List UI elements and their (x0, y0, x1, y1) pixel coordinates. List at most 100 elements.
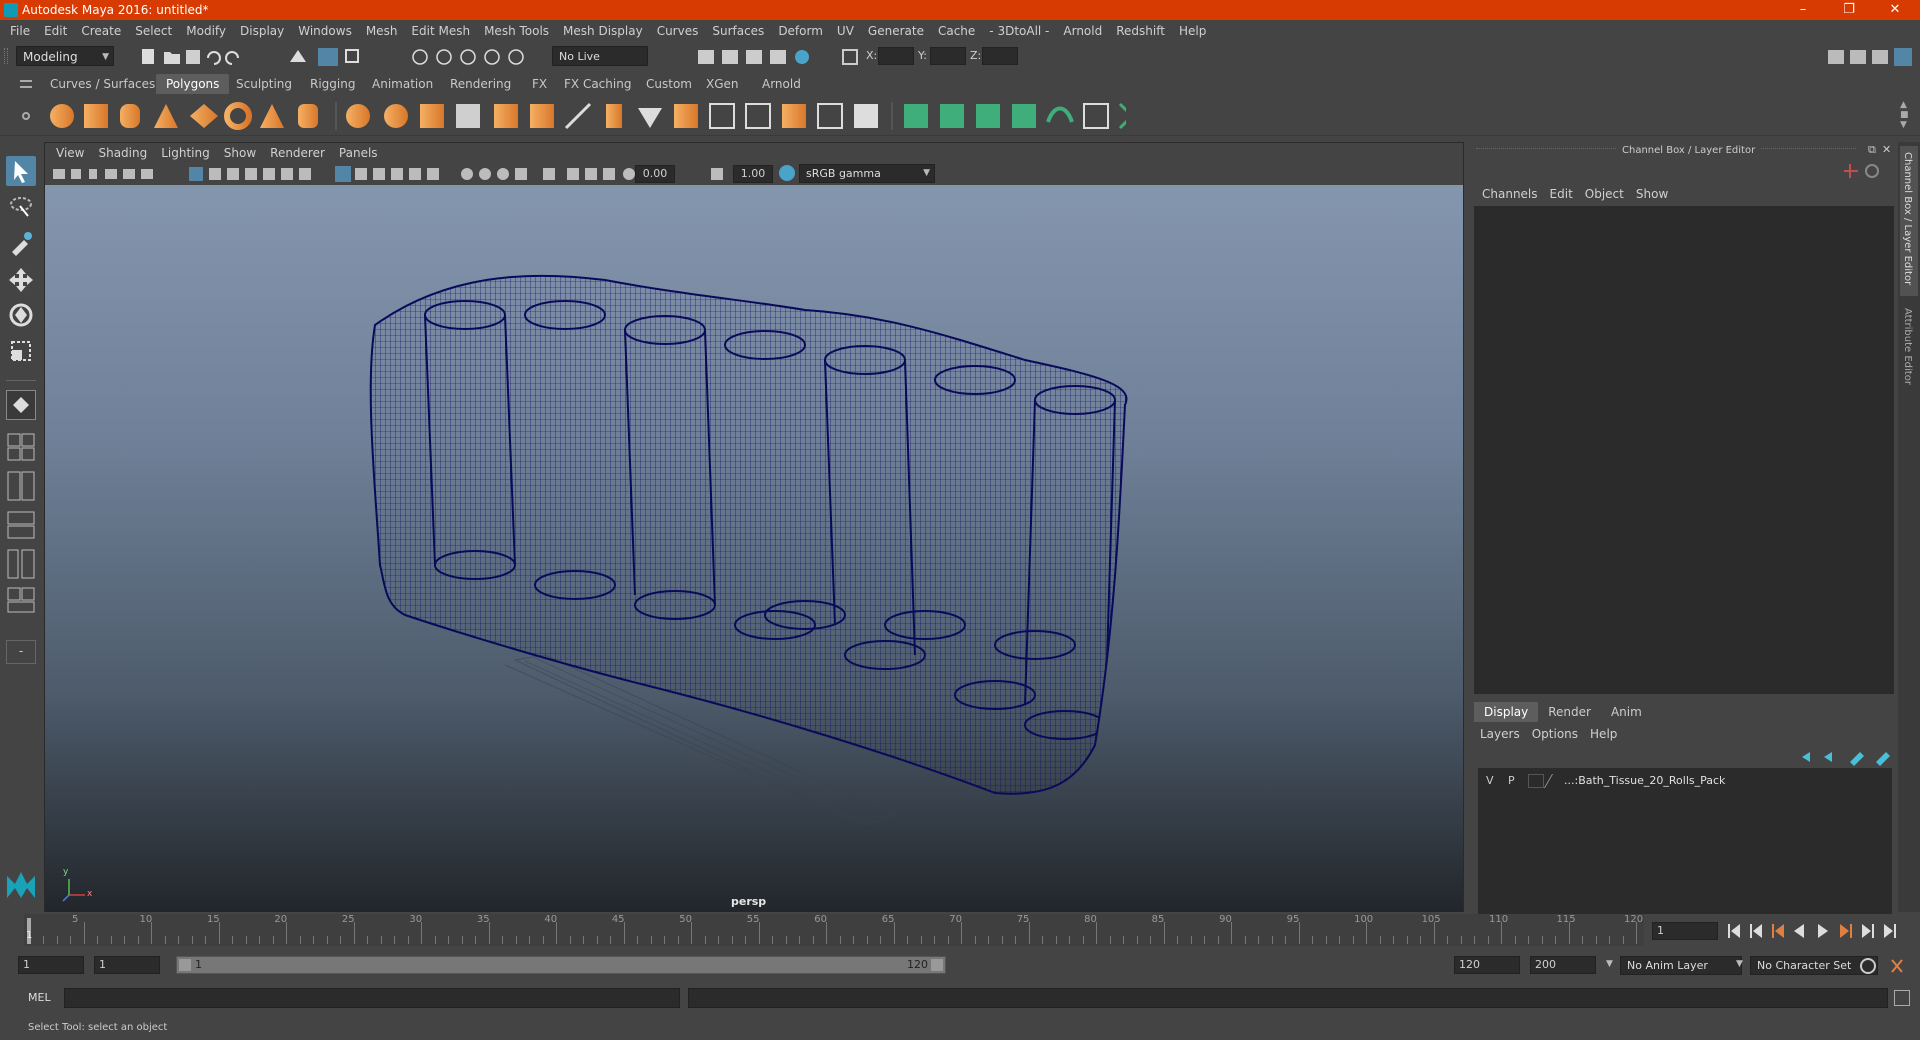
panel-menu-lighting[interactable]: Lighting (154, 143, 217, 163)
view-transform-dropdown[interactable]: sRGB gamma ▼ (799, 164, 935, 183)
layer-create-icons[interactable] (1796, 748, 1892, 766)
anim-layer-chevron-icon[interactable]: ▼ (1606, 959, 1613, 969)
layer-row[interactable]: V P ...:Bath_Tissue_20_Rolls_Pack (1478, 772, 1892, 790)
menu-display[interactable]: Display (233, 20, 291, 42)
exposure-field[interactable]: 0.00 (635, 165, 675, 183)
shelf-tab-rigging[interactable]: Rigging (300, 74, 365, 94)
time-ruler[interactable]: 5 10 15 20 25 30 35 40 45 50 55 60 65 70 75 80 85 90 95 100… (24, 914, 1644, 946)
lasso-tool[interactable] (6, 192, 36, 222)
anim-layer-dropdown[interactable]: No Anim Layer (1620, 956, 1742, 975)
more-layouts-button[interactable]: - (6, 640, 36, 664)
x-coord-field[interactable] (878, 47, 914, 65)
playback-end-field[interactable]: 120 (1454, 956, 1520, 974)
shelf-tab-fx-caching[interactable]: FX Caching (554, 74, 641, 94)
menu-edit-mesh[interactable]: Edit Mesh (404, 20, 477, 42)
menu-file[interactable]: File (3, 20, 37, 42)
grip-handle[interactable] (4, 48, 8, 64)
perspective-view[interactable]: y x persp (45, 185, 1463, 912)
menu-curves[interactable]: Curves (650, 20, 706, 42)
character-set-chevron-icon[interactable]: ▼ (1736, 959, 1743, 969)
script-language-toggle[interactable]: MEL (28, 991, 51, 1004)
range-start-handle[interactable] (179, 959, 191, 971)
snap-tools-icons[interactable] (410, 46, 540, 68)
layout-presets[interactable] (6, 432, 36, 732)
manipulator-icons[interactable] (1842, 162, 1892, 182)
gamma-field[interactable]: 1.00 (733, 165, 773, 183)
layer-menu-help[interactable]: Help (1584, 724, 1623, 744)
shelf-tab-xgen[interactable]: XGen (696, 74, 749, 94)
layer-visibility-toggle[interactable]: V (1486, 774, 1494, 787)
channel-menu-object[interactable]: Object (1579, 184, 1630, 204)
shelf-tab-sculpting[interactable]: Sculpting (226, 74, 302, 94)
range-end-handle[interactable] (931, 959, 943, 971)
script-editor-icon[interactable] (1894, 990, 1910, 1006)
layer-menu-options[interactable]: Options (1526, 724, 1584, 744)
shelf-tab-animation[interactable]: Animation (362, 74, 443, 94)
layer-color-swatch[interactable] (1543, 774, 1567, 788)
layer-tab-render[interactable]: Render (1538, 702, 1601, 722)
channel-list[interactable] (1474, 206, 1894, 694)
command-input[interactable] (64, 988, 680, 1008)
menu-create[interactable]: Create (74, 20, 128, 42)
attribute-editor-side-tab[interactable]: Attribute Editor (1900, 302, 1918, 402)
minimize-button[interactable]: – (1780, 0, 1826, 20)
move-tool[interactable] (6, 264, 36, 294)
z-coord-field[interactable] (982, 47, 1018, 65)
menu-windows[interactable]: Windows (291, 20, 359, 42)
menu-generate[interactable]: Generate (861, 20, 931, 42)
panel-menu-view[interactable]: View (49, 143, 91, 163)
shelf-menu-icon[interactable] (20, 80, 32, 88)
layer-tab-anim[interactable]: Anim (1601, 702, 1652, 722)
channel-menu-channels[interactable]: Channels (1476, 184, 1544, 204)
menu-surfaces[interactable]: Surfaces (705, 20, 771, 42)
shelf-settings-icon[interactable] (22, 112, 30, 120)
channel-box-side-tab[interactable]: Channel Box / Layer Editor (1900, 146, 1918, 296)
paint-select-tool[interactable] (6, 228, 36, 258)
select-tool[interactable] (6, 156, 36, 186)
menu-set-dropdown[interactable]: Modeling ▼ (16, 46, 114, 66)
animation-start-field[interactable]: 1 (18, 956, 84, 974)
panel-menu-renderer[interactable]: Renderer (263, 143, 332, 163)
channel-menu-show[interactable]: Show (1630, 184, 1674, 204)
menu-modify[interactable]: Modify (179, 20, 233, 42)
panel-menu-panels[interactable]: Panels (332, 143, 385, 163)
range-slider[interactable]: 1 120 (176, 956, 946, 974)
menu-mesh-display[interactable]: Mesh Display (556, 20, 650, 42)
shelf-scroll-icons[interactable]: ▲ ■ ▼ (1900, 100, 1909, 130)
shelf-tab-custom[interactable]: Custom (636, 74, 702, 94)
layer-display-type-toggle[interactable] (1528, 774, 1544, 788)
shelf-tab-polygons[interactable]: Polygons (156, 74, 230, 94)
prefs-icons[interactable] (1858, 956, 1916, 976)
y-coord-field[interactable] (930, 47, 966, 65)
workspace-icons[interactable] (1826, 46, 1916, 68)
scale-tool[interactable] (6, 336, 36, 366)
maximize-button[interactable]: ❐ (1826, 0, 1872, 20)
menu-mesh-tools[interactable]: Mesh Tools (477, 20, 556, 42)
menu-redshift[interactable]: Redshift (1109, 20, 1172, 42)
shelf-tab-fx[interactable]: FX (522, 74, 557, 94)
menu-uv[interactable]: UV (830, 20, 861, 42)
menu-3dtoall[interactable]: - 3DtoAll - (982, 20, 1056, 42)
panel-menu-shading[interactable]: Shading (91, 143, 154, 163)
layer-menu-layers[interactable]: Layers (1474, 724, 1526, 744)
menu-deform[interactable]: Deform (771, 20, 830, 42)
current-frame-field[interactable]: 1 (1652, 922, 1718, 940)
render-tools-icons[interactable] (696, 46, 816, 68)
close-button[interactable]: ✕ (1872, 0, 1918, 20)
color-management-icon[interactable] (779, 165, 795, 181)
menu-cache[interactable]: Cache (931, 20, 982, 42)
shelf-tab-curves-surfaces[interactable]: Curves / Surfaces (40, 74, 165, 94)
live-surface-field[interactable]: No Live Surface (552, 46, 648, 83)
close-panel-icon[interactable]: ✕ (1882, 143, 1891, 156)
animation-end-field[interactable]: 200 (1530, 956, 1596, 974)
menu-edit[interactable]: Edit (37, 20, 74, 42)
layer-tab-display[interactable]: Display (1474, 702, 1539, 722)
menu-arnold[interactable]: Arnold (1056, 20, 1109, 42)
menu-mesh[interactable]: Mesh (359, 20, 405, 42)
menu-select[interactable]: Select (128, 20, 179, 42)
playback-start-field[interactable]: 1 (94, 956, 160, 974)
playback-controls[interactable] (1724, 920, 1920, 942)
rotate-tool[interactable] (6, 300, 36, 330)
shelf-tab-arnold[interactable]: Arnold (752, 74, 811, 94)
panel-toolbar-icons[interactable] (49, 163, 729, 185)
